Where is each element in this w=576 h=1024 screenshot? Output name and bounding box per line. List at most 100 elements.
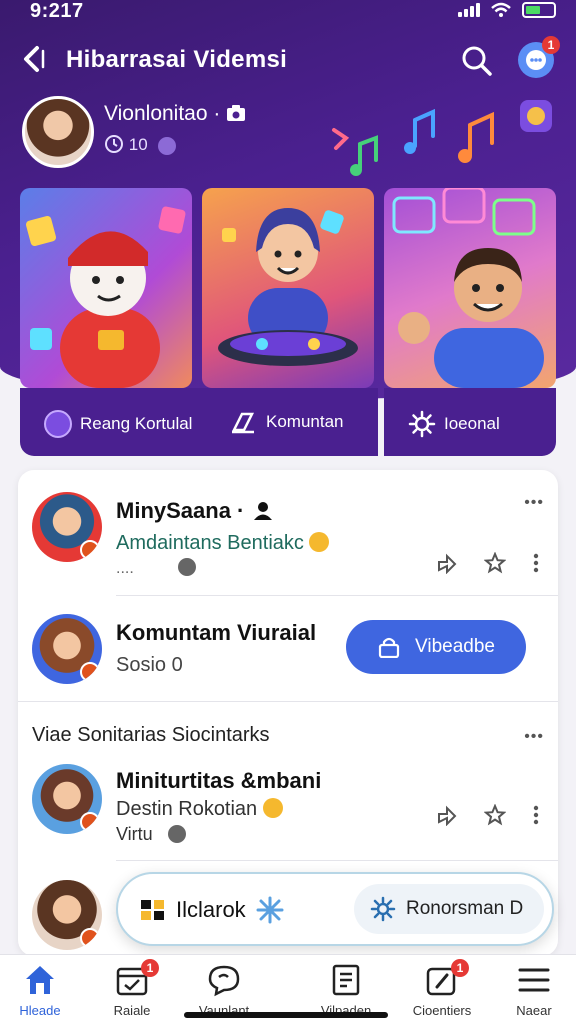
home-indicator[interactable] [184,1012,388,1018]
page-title: Hibarrasai Videmsi [66,46,288,73]
online-indicator [80,928,100,948]
komuntan-button[interactable]: Komuntan [230,410,344,434]
ronorsman-label: Ronorsman D [406,898,524,919]
hero-card-2[interactable] [202,188,374,388]
tab-naear[interactable]: Naear [488,963,576,1018]
search-icon [462,46,492,76]
tab-badge: 1 [451,959,469,977]
chevron-left-icon [24,46,45,72]
back-button[interactable] [14,42,54,78]
verified-icon [158,136,177,155]
list-item[interactable]: Komuntam Viuraial Sosio 0 Vibeadbe [18,596,558,702]
tab-label: Naear [516,1003,552,1018]
status-icons [458,2,556,18]
kebab-menu-icon[interactable] [532,552,540,574]
location-icon [167,825,186,843]
grid-icon [141,900,164,920]
lock-icon [378,637,400,658]
emoji-icon [309,532,330,552]
follow-button[interactable]: Vibeadbe [346,620,526,674]
feed-item-meta: .... [116,558,197,578]
floating-action-bar: Ilclarok Ronorsman D [116,872,554,946]
avatar[interactable] [32,880,102,950]
tab-raiale[interactable]: 1 Raiale [86,959,178,1018]
presenter-illustration-icon [392,188,544,388]
feed-item-meta-text: Virtu [116,824,153,844]
kebab-menu-icon[interactable] [532,804,540,826]
gear-icon [408,410,436,438]
share-icon[interactable] [436,552,458,574]
signal-icon [458,3,480,17]
shield-icon [44,410,72,438]
document-icon [332,964,360,996]
ilclarok-label: Ilclarok [176,897,246,922]
chat-bubble-icon [208,965,240,997]
profile-name-text: Vionlonitao · [104,102,221,125]
hero-card-3[interactable] [384,188,556,388]
hero-action-label: Komuntan [266,412,344,431]
sparkle-icon [256,896,284,924]
feed-item-title: MinySaana · [116,498,275,524]
chat-button[interactable]: 1 [518,36,560,78]
hero-card-1[interactable] [20,188,192,388]
feed-item-subtitle: Amdaintans Bentiakc [116,532,330,555]
tab-vaunlant[interactable]: Vaunlant [178,963,270,1018]
menu-icon [518,968,550,992]
ronorsman-button[interactable]: Ronorsman D [354,884,544,934]
more-options-button[interactable]: ••• [524,728,544,746]
hero-actions-left: Reang Kortulal Komuntan [20,388,378,456]
hero-action-label: Reang Kortulal [80,414,193,433]
feed-item-meta: Virtu [116,824,186,845]
feed-item-subtitle-text: Destin Rokotian [116,798,258,820]
avatar[interactable] [22,96,94,168]
status-bar: 9:217 [0,0,576,28]
row-actions [436,552,540,574]
camera-icon[interactable] [226,104,246,122]
share-icon[interactable] [436,804,458,826]
feed-item-meta-text: .... [116,560,134,577]
profile-stat-value: 10 [128,135,148,154]
character-illustration-icon [25,206,186,388]
tab-badge: 1 [141,959,159,977]
list-item[interactable]: Miniturtitas &mbani Destin Rokotian Virt… [18,728,558,862]
hero-actions: Reang Kortulal Komuntan Ioeonal [20,388,556,456]
ioeonal-button[interactable]: Ioeonal [408,410,500,438]
hero-actions-right: Ioeonal [384,388,556,456]
feed-item-title: Komuntam Viuraial [116,620,317,645]
profile-name: Vionlonitao · [104,102,246,126]
list-item[interactable]: MinySaana · Amdaintans Bentiakc .... ••• [18,470,558,596]
tab-label: Raiale [113,1003,151,1018]
search-button[interactable] [460,44,494,78]
chat-badge: 1 [542,36,560,54]
ilclarok-button[interactable]: Ilclarok [140,896,284,924]
online-indicator [80,662,100,682]
group-icon [253,502,272,520]
star-icon[interactable] [484,804,506,826]
hero-action-label: Ioeonal [444,414,500,433]
divider [18,701,558,702]
edit-document-icon [231,412,255,434]
tab-vilpaden[interactable]: Vilpaden [300,963,392,1018]
emoji-icon [262,798,283,818]
feed-item-title: Miniturtitas &mbani [116,768,322,793]
follow-button-label: Vibeadbe [415,636,495,657]
hero-carousel: Reang Kortulal Komuntan Ioeonal [20,188,556,456]
feed-item-subtitle: Destin Rokotian [116,798,283,821]
dj-illustration-icon [218,208,358,366]
section-label: Viae Sonitarias Siocintarks [32,724,270,746]
more-options-button[interactable]: ••• [524,494,544,512]
online-indicator [80,540,100,560]
online-indicator [80,812,100,832]
star-icon[interactable] [484,552,506,574]
profile-stat: 10 [104,134,177,155]
wifi-icon [491,2,511,17]
reang-kortulal-button[interactable]: Reang Kortulal [44,410,192,438]
tab-home[interactable]: Hleade [0,963,86,1018]
avatar[interactable] [32,614,102,684]
tab-cioentiers[interactable]: 1 Cioentiers [396,959,488,1018]
home-icon [26,966,54,994]
avatar[interactable] [32,764,102,834]
avatar[interactable] [32,492,102,562]
feed-item-subtitle-text: Amdaintans Bentiakc [116,532,304,554]
status-time: 9:217 [30,0,84,22]
